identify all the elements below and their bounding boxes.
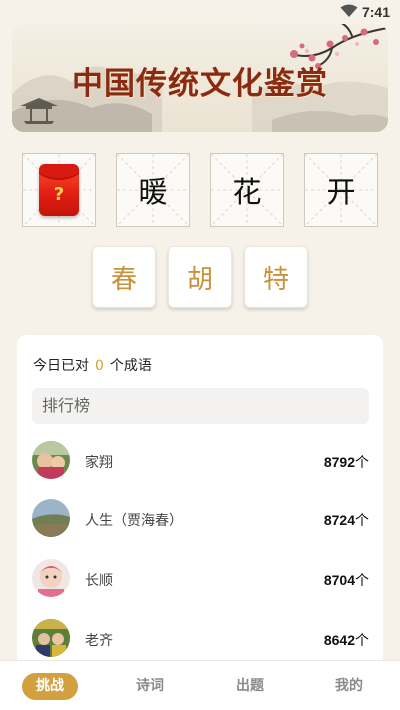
leaderboard-title: 排行榜: [32, 388, 369, 424]
wifi-icon: [340, 4, 358, 17]
leaderboard-name: 人生（贾海春）: [85, 513, 183, 529]
answer-char: 花: [232, 175, 262, 209]
avatar: [32, 441, 70, 479]
leaderboard-score: 8792个: [323, 454, 369, 471]
answer-slot[interactable]: 开: [304, 153, 378, 227]
avatar: [32, 499, 70, 537]
nav-tab-mine[interactable]: 我的: [321, 673, 377, 700]
candidate-char-button[interactable]: 特: [244, 246, 308, 308]
candidate-char-button[interactable]: 胡: [168, 246, 232, 308]
leaderboard-row[interactable]: 老齐 8642个: [32, 619, 369, 659]
candidate-char-button[interactable]: 春: [92, 246, 156, 308]
hint-slot[interactable]: ?: [22, 153, 96, 227]
avatar: [32, 619, 70, 657]
nav-tab-challenge[interactable]: 挑战: [22, 673, 78, 700]
answer-char: 开: [326, 175, 356, 209]
answer-slot[interactable]: 花: [210, 153, 284, 227]
leaderboard-score: 8724个: [323, 512, 369, 529]
leaderboard-score: 8642个: [323, 632, 369, 649]
banner: 中国传统文化鉴赏: [12, 24, 388, 132]
status-bar: 7:41: [0, 0, 400, 24]
leaderboard-row[interactable]: 人生（贾海春） 8724个: [32, 499, 369, 539]
leaderboard-row[interactable]: 长顺 8704个: [32, 559, 369, 599]
today-stats-suffix: 个成语: [109, 358, 152, 374]
bottom-nav: 挑战 诗词 出题 我的: [0, 660, 400, 710]
answer-slot[interactable]: 暖: [116, 153, 190, 227]
red-envelope-hint-icon[interactable]: ?: [39, 164, 79, 216]
answer-char: 暖: [138, 175, 168, 209]
leaderboard-name: 老齐: [85, 633, 113, 649]
leaderboard-row[interactable]: 家翔 8792个: [32, 441, 369, 481]
today-correct-count: 0: [95, 358, 104, 374]
leaderboard-score: 8704个: [323, 572, 369, 589]
avatar: [32, 559, 70, 597]
leaderboard-name: 家翔: [85, 455, 113, 471]
nav-tab-create-question[interactable]: 出题: [222, 673, 278, 700]
banner-title: 中国传统文化鉴赏: [72, 66, 328, 102]
nav-tab-poetry[interactable]: 诗词: [122, 673, 178, 700]
leaderboard-name: 长顺: [85, 573, 113, 589]
answer-row: ? 暖 花 开: [22, 153, 378, 227]
today-stats: 今日已对 0 个成语: [33, 355, 152, 375]
candidate-row: 春 胡 特: [92, 246, 308, 308]
status-time: 7:41: [361, 4, 390, 20]
leaderboard-card: 今日已对 0 个成语 排行榜 家翔 8792个 人生（贾海春） 8724个 长顺…: [17, 335, 383, 665]
hint-question-mark: ?: [53, 184, 65, 205]
today-stats-prefix: 今日已对: [33, 358, 89, 374]
